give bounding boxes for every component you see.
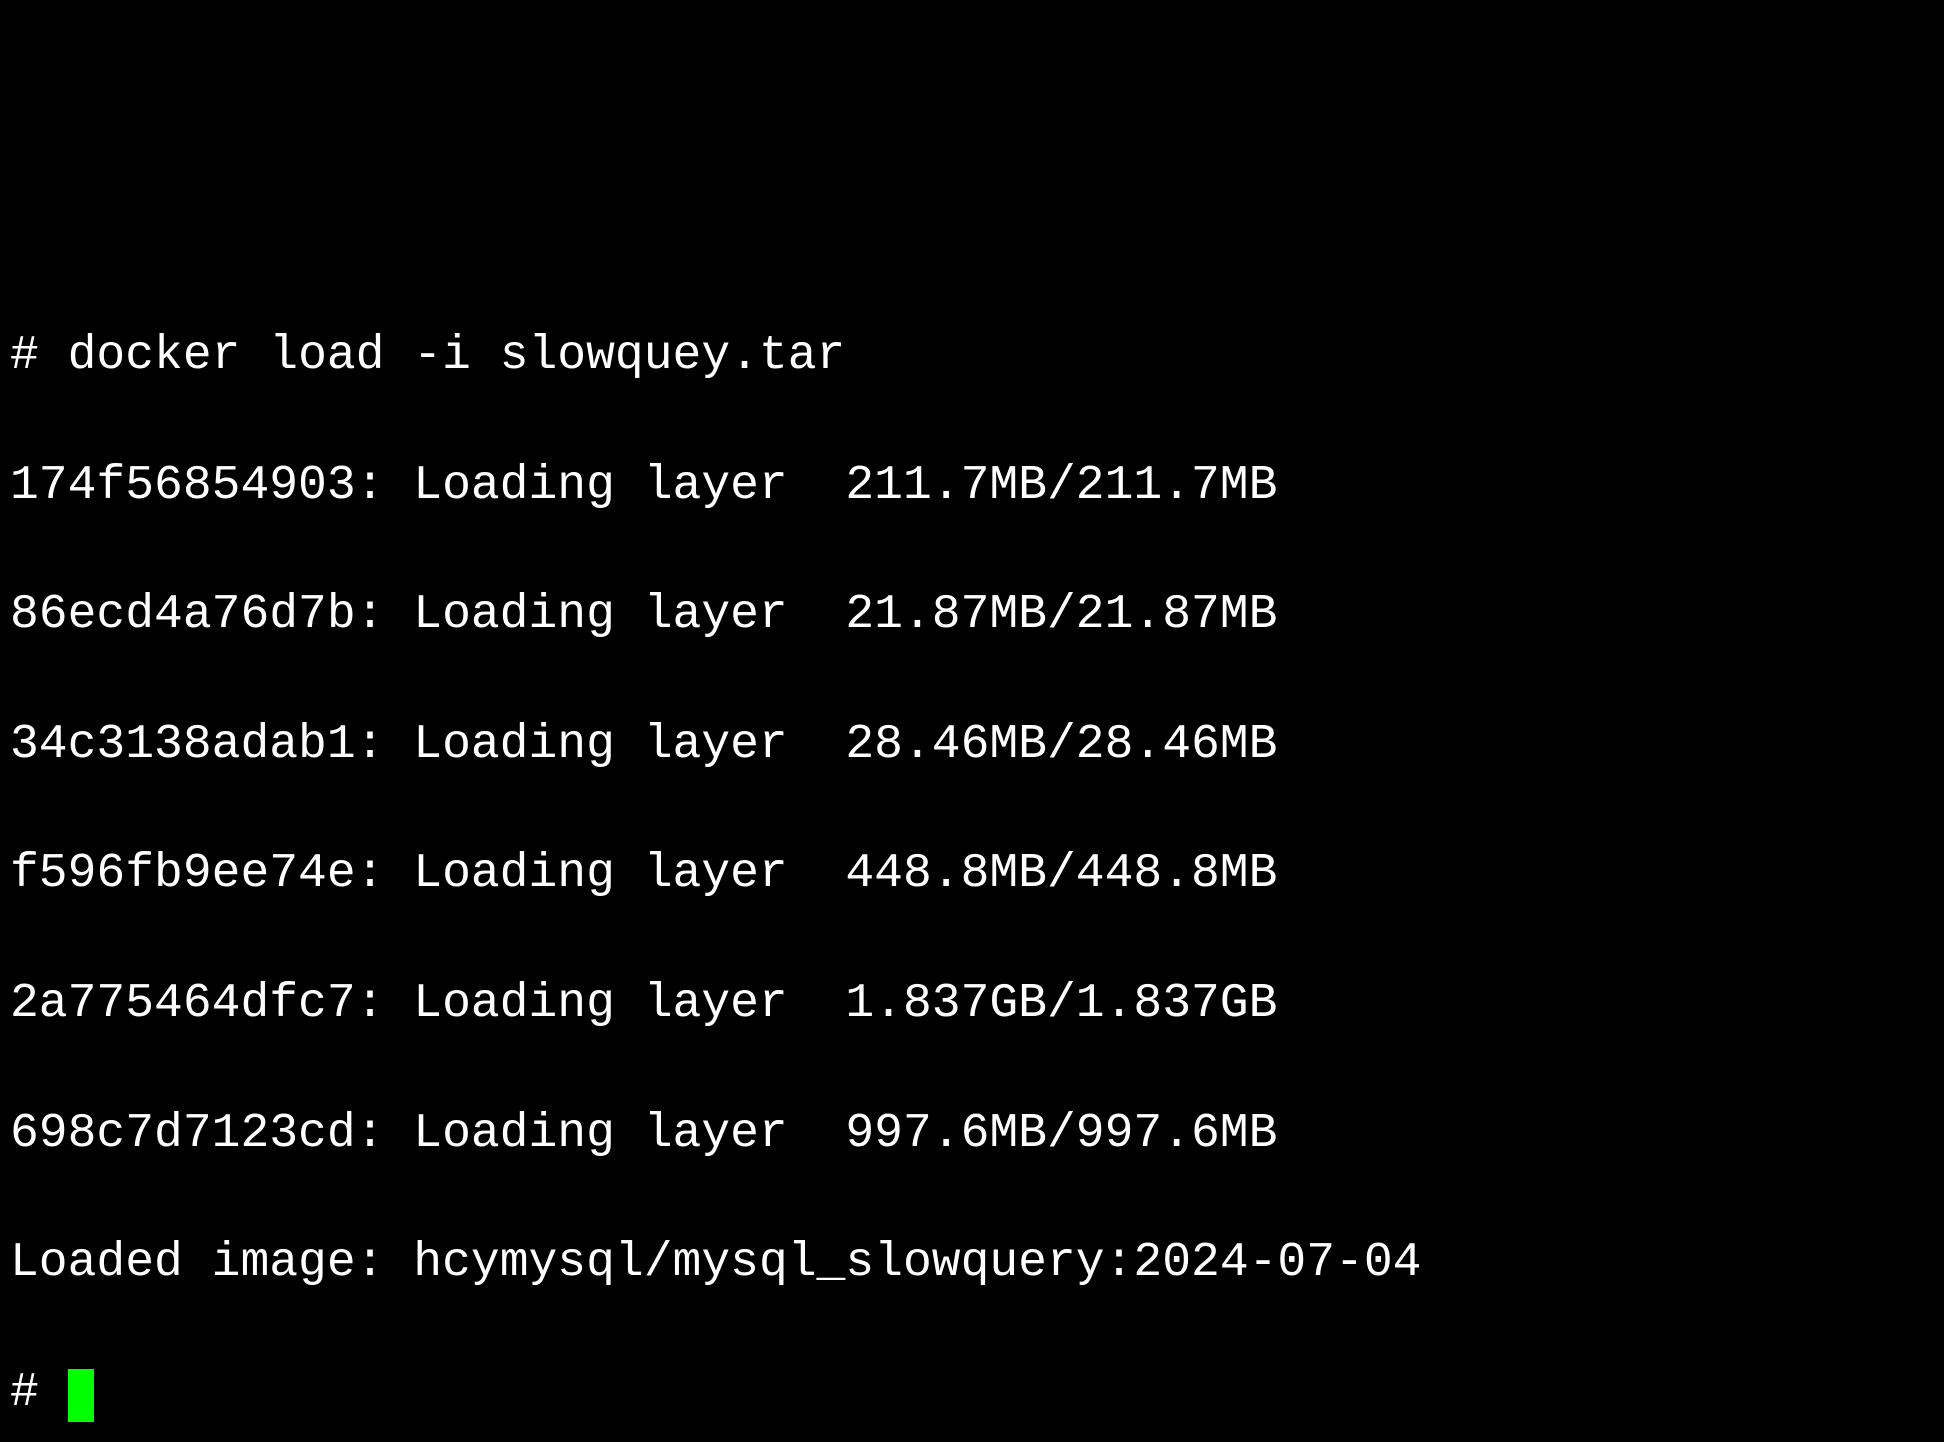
- prompt: #: [10, 329, 39, 383]
- layer-status: Loading layer: [413, 847, 787, 901]
- layer-progress: 28.46MB/28.46MB: [845, 718, 1277, 772]
- layer-line: 174f56854903: Loading layer 211.7MB/211.…: [10, 454, 1934, 519]
- layer-line: 34c3138adab1: Loading layer 28.46MB/28.4…: [10, 713, 1934, 778]
- layer-progress: 997.6MB/997.6MB: [845, 1107, 1277, 1161]
- layer-hash: 2a775464dfc7: [10, 977, 356, 1031]
- command-text: docker load -i slowquey.tar: [68, 329, 846, 383]
- layer-line: 2a775464dfc7: Loading layer 1.837GB/1.83…: [10, 972, 1934, 1037]
- terminal-output[interactable]: # docker load -i slowquey.tar 174f568549…: [0, 259, 1944, 1442]
- layer-line: 698c7d7123cd: Loading layer 997.6MB/997.…: [10, 1102, 1934, 1167]
- layer-hash: 34c3138adab1: [10, 718, 356, 772]
- layer-hash: 86ecd4a76d7b: [10, 588, 356, 642]
- layer-progress: 448.8MB/448.8MB: [845, 847, 1277, 901]
- layer-hash: 174f56854903: [10, 459, 356, 513]
- layer-status: Loading layer: [413, 459, 787, 513]
- layer-progress: 1.837GB/1.837GB: [845, 977, 1277, 1031]
- layer-hash: f596fb9ee74e: [10, 847, 356, 901]
- layer-status: Loading layer: [413, 718, 787, 772]
- loaded-label: Loaded image:: [10, 1236, 384, 1290]
- layer-hash: 698c7d7123cd: [10, 1107, 356, 1161]
- loaded-image-line: Loaded image: hcymysql/mysql_slowquery:2…: [10, 1231, 1934, 1296]
- prompt: #: [10, 1366, 39, 1420]
- layer-status: Loading layer: [413, 588, 787, 642]
- layer-progress: 21.87MB/21.87MB: [845, 588, 1277, 642]
- layer-line: 86ecd4a76d7b: Loading layer 21.87MB/21.8…: [10, 583, 1934, 648]
- prompt-line: #: [10, 1361, 1934, 1426]
- loaded-image-name: hcymysql/mysql_slowquery:2024-07-04: [413, 1236, 1421, 1290]
- layer-progress: 211.7MB/211.7MB: [845, 459, 1277, 513]
- layer-status: Loading layer: [413, 977, 787, 1031]
- cursor-icon: [68, 1369, 94, 1422]
- command-line: # docker load -i slowquey.tar: [10, 324, 1934, 389]
- layer-status: Loading layer: [413, 1107, 787, 1161]
- layer-line: f596fb9ee74e: Loading layer 448.8MB/448.…: [10, 842, 1934, 907]
